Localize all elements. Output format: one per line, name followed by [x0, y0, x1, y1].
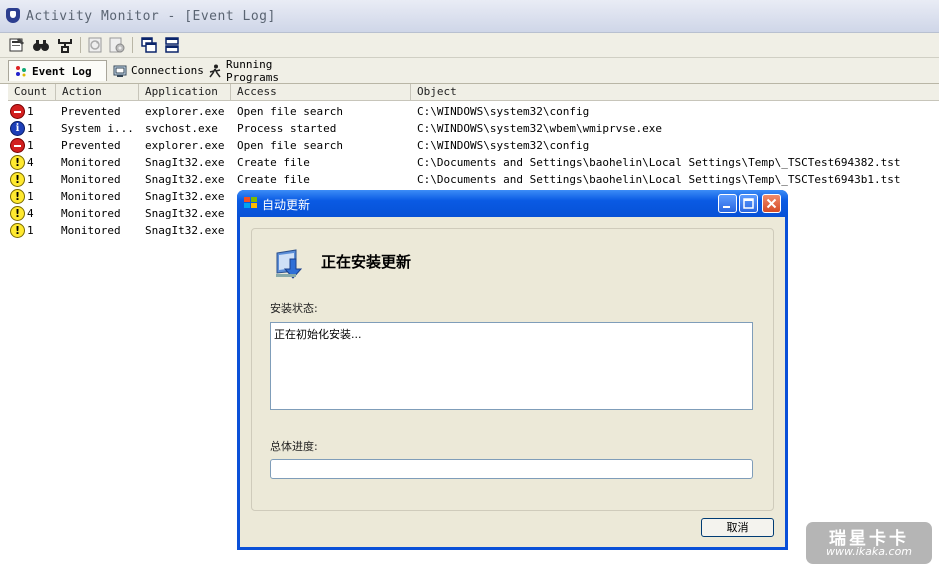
toolbar: [0, 33, 939, 58]
cell-access: Process started: [237, 122, 337, 135]
cell-application: SnagIt32.exe: [145, 224, 225, 237]
cell-count: 4: [27, 156, 34, 169]
cell-count: 1: [27, 122, 34, 135]
running-programs-icon: [208, 64, 222, 78]
column-header-object[interactable]: Object: [411, 84, 939, 101]
settings-icon[interactable]: [108, 36, 126, 54]
cell-action: Monitored: [61, 173, 121, 186]
cell-action: Monitored: [61, 190, 121, 203]
tab-label: Running Programs: [226, 57, 279, 84]
warning-icon: !: [10, 189, 25, 204]
cell-action: Monitored: [61, 224, 121, 237]
cell-application: SnagIt32.exe: [145, 207, 225, 220]
prevented-icon: [10, 104, 25, 119]
cell-action: Prevented: [61, 105, 121, 118]
warning-icon: !: [10, 172, 25, 187]
cell-access: Create file: [237, 156, 310, 169]
find-icon[interactable]: [32, 36, 50, 54]
cell-object: C:\WINDOWS\system32\config: [417, 105, 590, 118]
cell-access: Create file: [237, 173, 310, 186]
cell-object: C:\WINDOWS\system32\config: [417, 139, 590, 152]
tab-connections[interactable]: Connections: [108, 60, 204, 81]
cell-application: SnagIt32.exe: [145, 190, 225, 203]
column-header-application[interactable]: Application: [139, 84, 231, 101]
cell-application: SnagIt32.exe: [145, 156, 225, 169]
column-header-count[interactable]: Count: [8, 84, 56, 101]
install-status-box: 正在初始化安装...: [270, 322, 753, 410]
update-install-icon: [274, 247, 308, 281]
cell-application: svchost.exe: [145, 122, 218, 135]
table-row[interactable]: ! 4 Monitored SnagIt32.exe Create file C:\Doc…: [0, 154, 939, 171]
close-button[interactable]: [762, 194, 781, 213]
tab-event-log[interactable]: Event Log: [8, 60, 107, 81]
connections-icon: [113, 64, 127, 78]
toolbar-separator: [132, 37, 133, 53]
windows-update-icon: [243, 196, 259, 210]
minimize-button[interactable]: [718, 194, 737, 213]
cell-application: SnagIt32.exe: [145, 173, 225, 186]
window-title: Activity Monitor - [Event Log]: [26, 9, 276, 24]
install-status-text: 正在初始化安装...: [274, 328, 362, 341]
warning-icon: !: [10, 155, 25, 170]
dialog-title: 自动更新: [262, 198, 311, 212]
cell-count: 4: [27, 207, 34, 220]
cell-count: 1: [27, 173, 34, 186]
tile-icon[interactable]: [163, 36, 181, 54]
cell-access: Open file search: [237, 105, 343, 118]
event-log-icon: [14, 64, 28, 78]
table-row[interactable]: i 1 System i... svchost.exe Process started C…: [0, 120, 939, 137]
dialog-content-frame: 正在安装更新 安装状态: 正在初始化安装... 总体进度:: [251, 228, 774, 511]
cell-action: Prevented: [61, 139, 121, 152]
refresh-icon[interactable]: [86, 36, 104, 54]
cell-application: explorer.exe: [145, 105, 225, 118]
warning-icon: !: [10, 223, 25, 238]
window-title-bar: Activity Monitor - [Event Log]: [0, 0, 939, 33]
app-shield-icon: [6, 8, 20, 23]
cascade-icon[interactable]: [140, 36, 158, 54]
cell-access: Open file search: [237, 139, 343, 152]
tab-label: Event Log: [32, 64, 92, 78]
tab-running-programs[interactable]: Running Programs: [203, 57, 329, 84]
cell-action: System i...: [61, 122, 134, 135]
cancel-button[interactable]: 取消: [701, 518, 774, 537]
table-row[interactable]: ! 1 Monitored SnagIt32.exe Create file C:\Doc…: [0, 171, 939, 188]
site-watermark: 瑞星卡卡 www.ikaka.com: [806, 522, 932, 564]
table-row[interactable]: 1 Prevented explorer.exe Open file search C:…: [0, 103, 939, 120]
cell-count: 1: [27, 105, 34, 118]
table-row[interactable]: 1 Prevented explorer.exe Open file search C:…: [0, 137, 939, 154]
tab-label: Connections: [131, 64, 204, 77]
overall-progress-label: 总体进度:: [270, 440, 318, 453]
cell-object: C:\Documents and Settings\baohelin\Local…: [417, 156, 901, 169]
cell-count: 1: [27, 139, 34, 152]
overall-progress-bar: [270, 459, 753, 479]
auto-update-dialog: 自动更新 正在安装更新 安装状态: 正在初始化安装... 总体进度: 取消: [237, 190, 788, 550]
cell-object: C:\Documents and Settings\baohelin\Local…: [417, 173, 901, 186]
cell-action: Monitored: [61, 156, 121, 169]
prevented-icon: [10, 138, 25, 153]
dialog-title-bar[interactable]: 自动更新: [237, 190, 788, 217]
toolbar-separator: [80, 37, 81, 53]
info-icon: i: [10, 121, 25, 136]
cell-count: 1: [27, 190, 34, 203]
tab-strip: Event Log Connections Running Programs: [0, 58, 939, 84]
cell-object: C:\WINDOWS\system32\wbem\wmiprvse.exe: [417, 122, 663, 135]
cell-application: explorer.exe: [145, 139, 225, 152]
warning-icon: !: [10, 206, 25, 221]
properties-icon[interactable]: [8, 36, 26, 54]
column-header-action[interactable]: Action: [56, 84, 139, 101]
column-header-access[interactable]: Access: [231, 84, 411, 101]
dialog-heading: 正在安装更新: [321, 253, 412, 271]
install-status-label: 安装状态:: [270, 302, 318, 315]
watermark-url: www.ikaka.com: [825, 545, 913, 558]
cell-count: 1: [27, 224, 34, 237]
cell-action: Monitored: [61, 207, 121, 220]
maximize-button[interactable]: [739, 194, 758, 213]
filter-icon[interactable]: [56, 36, 74, 54]
dialog-body: 正在安装更新 安装状态: 正在初始化安装... 总体进度: 取消: [240, 217, 785, 547]
